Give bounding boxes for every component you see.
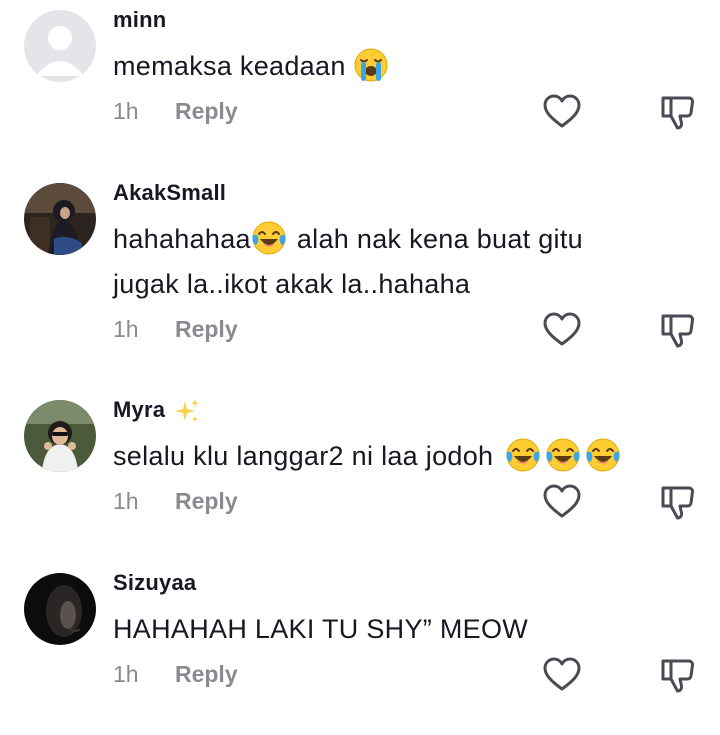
photo-avatar-dark: [24, 573, 96, 645]
heart-outline-icon[interactable]: [542, 310, 582, 350]
comment-text: jugak la..ikot akak la..hahaha: [113, 262, 470, 306]
comment-time: 1h: [113, 661, 139, 687]
comment-text-line: jugak la..ikot akak la..hahaha: [113, 269, 471, 299]
comment-username[interactable]: Myra: [113, 397, 201, 425]
comment-text: HAHAHAH LAKI TU SHY” MEOW: [113, 607, 528, 651]
avatar[interactable]: [24, 573, 96, 645]
comment-username[interactable]: minn: [113, 7, 166, 33]
face-with-tears-of-joy-icon: [505, 437, 541, 473]
comment-time: 1h: [113, 98, 139, 124]
comment-text: memaksa keadaan: [113, 44, 389, 88]
avatar[interactable]: [24, 183, 96, 255]
comment-text-line: selalu klu langgar2 ni laa jodoh: [113, 441, 494, 471]
comment-username[interactable]: Sizuyaa: [113, 570, 196, 596]
heart-outline-icon[interactable]: [542, 482, 582, 522]
photo-avatar-woman-sunglasses: [24, 400, 96, 472]
avatar[interactable]: [24, 400, 96, 472]
comment-meta: 1h Reply: [113, 314, 238, 344]
reply-button[interactable]: Reply: [175, 486, 238, 516]
thumbs-down-outline-icon[interactable]: [658, 482, 698, 522]
heart-outline-icon[interactable]: [542, 655, 582, 695]
comment-text-line: alah nak kena buat gitu: [296, 224, 583, 254]
thumbs-down-outline-icon[interactable]: [658, 655, 698, 695]
comment-meta: 1h Reply: [113, 659, 238, 689]
sparkles-icon: [175, 399, 200, 423]
reply-button[interactable]: Reply: [175, 96, 238, 126]
comment-time: 1h: [113, 316, 139, 342]
comment-meta: 1h Reply: [113, 486, 238, 516]
heart-outline-icon[interactable]: [542, 92, 582, 132]
comment-meta: 1h Reply: [113, 96, 238, 126]
face-with-tears-of-joy-icon: [585, 437, 621, 473]
comment-text-line: hahahahaa: [113, 224, 251, 254]
photo-avatar-woman-hijab: [24, 183, 96, 255]
loudly-crying-face-icon: [353, 47, 389, 83]
face-with-tears-of-joy-icon: [251, 220, 287, 256]
comment-time: 1h: [113, 488, 139, 514]
face-with-tears-of-joy-icon: [545, 437, 581, 473]
reply-button[interactable]: Reply: [175, 659, 238, 689]
comment-text: selalu klu langgar2 ni laa jodoh: [113, 434, 621, 478]
comment-text-line: memaksa keadaan: [113, 51, 346, 81]
thumbs-down-outline-icon[interactable]: [658, 310, 698, 350]
comment-username-text: Myra: [113, 397, 166, 422]
thumbs-down-outline-icon[interactable]: [658, 92, 698, 132]
default-avatar-icon: [24, 10, 96, 82]
avatar[interactable]: [24, 10, 96, 82]
comment-text-line: HAHAHAH LAKI TU SHY” MEOW: [113, 614, 529, 644]
comment-username[interactable]: AkakSmall: [113, 180, 226, 206]
comment-text: hahahahaa alah nak kena buat gitu: [113, 217, 583, 261]
reply-button[interactable]: Reply: [175, 314, 238, 344]
